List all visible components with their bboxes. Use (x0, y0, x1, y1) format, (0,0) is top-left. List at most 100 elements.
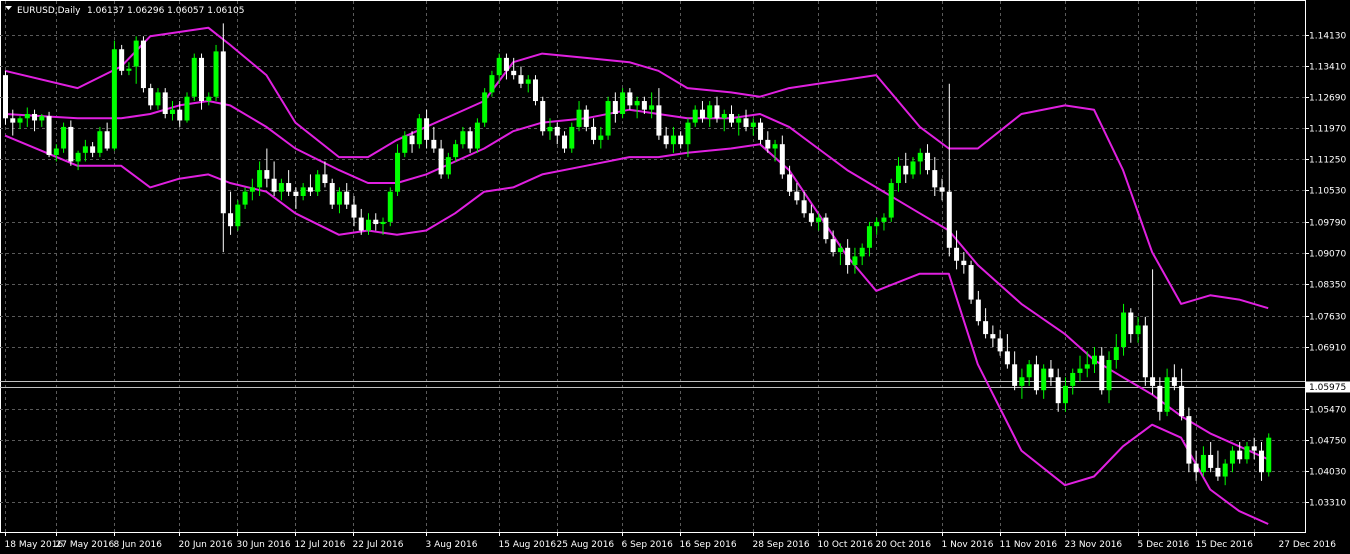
candle-body (511, 70, 517, 76)
time-axis[interactable]: 18 May 201627 May 2016 8 Jun 2016 20 Jun 2… (5, 532, 1337, 550)
candle (1099, 347, 1105, 395)
candle-body (845, 247, 851, 266)
candle (155, 88, 161, 110)
candle-body (61, 126, 67, 149)
candle-body (286, 183, 292, 192)
candle-body (177, 109, 183, 121)
chart-window: 1.14130 1.13410 1.12690 1.11970 1.11250 1.105… (0, 0, 1350, 554)
candle-body (547, 126, 553, 132)
candle-body (482, 92, 488, 123)
triangle-down-icon[interactable] (5, 6, 12, 10)
candle-body (1222, 463, 1228, 477)
candle (859, 243, 865, 266)
y-tick-label: 1.03310 (1309, 499, 1346, 509)
candle (975, 290, 981, 326)
candle (271, 161, 277, 196)
candle-body (1157, 385, 1163, 412)
candle (620, 88, 626, 119)
y-tick-label: 1.13410 (1309, 63, 1346, 73)
candle-body (220, 51, 226, 214)
candle-body (445, 157, 451, 175)
candle (946, 83, 952, 257)
candle-body (634, 101, 640, 106)
candle-body (191, 57, 197, 97)
candle (467, 126, 473, 153)
candle-body (699, 109, 705, 119)
candle (395, 144, 401, 196)
candle-body (1070, 372, 1076, 386)
candle (961, 252, 967, 274)
y-tick-label: 1.10530 (1309, 187, 1346, 197)
candle (126, 62, 132, 76)
candle-body (111, 49, 117, 149)
candle-body (620, 92, 626, 114)
candle-body (525, 79, 531, 84)
candle-body (736, 118, 742, 123)
candle (925, 144, 931, 175)
candle (569, 122, 575, 153)
x-tick-label: 15 Dec 2016 (1196, 540, 1254, 550)
candle (787, 165, 793, 196)
candle-body (801, 200, 807, 214)
candle (823, 213, 829, 244)
candle (1004, 334, 1010, 369)
candle (249, 178, 255, 201)
y-tick-label: 1.05470 (1309, 406, 1346, 416)
candle-body (1208, 454, 1214, 468)
candle (699, 101, 705, 123)
candle (373, 213, 379, 231)
candle-body (532, 79, 538, 102)
price-axis[interactable]: 1.14130 1.13410 1.12690 1.11970 1.11250 1.105… (1305, 32, 1346, 509)
candle (264, 148, 270, 188)
candle (663, 126, 669, 149)
candle-body (351, 204, 357, 218)
x-tick-label: 3 Aug 2016 (426, 540, 478, 550)
candle-body (1142, 325, 1148, 378)
candle (1113, 334, 1119, 369)
candle-body (939, 187, 945, 192)
candle-body (1193, 463, 1199, 473)
candle (1171, 364, 1177, 391)
x-tick-label: 23 Nov 2016 (1065, 540, 1123, 550)
x-tick-label: 6 Sep 2016 (622, 540, 674, 550)
candle (474, 118, 480, 153)
candle-body (264, 170, 270, 179)
candle (1200, 446, 1206, 477)
candle-body (1077, 368, 1083, 373)
candle-body (859, 247, 865, 257)
candle-body (1106, 360, 1112, 391)
candle-body (10, 118, 16, 123)
candle-body (199, 57, 205, 102)
candle (482, 88, 488, 127)
candle (1157, 377, 1163, 421)
candle (1179, 368, 1185, 421)
candle (460, 126, 466, 149)
candlestick-chart[interactable]: 1.14130 1.13410 1.12690 1.11970 1.11250 1.105… (0, 0, 1350, 554)
y-tick-label: 1.11970 (1309, 125, 1346, 135)
candle-body (1128, 312, 1134, 335)
candle (438, 139, 444, 179)
candle-body (315, 174, 321, 192)
candle-body (990, 334, 996, 339)
candle-body (460, 131, 466, 145)
candle (329, 178, 335, 209)
candle (191, 53, 197, 102)
candle-body (1186, 416, 1192, 464)
candle (837, 243, 843, 266)
candle (424, 109, 430, 149)
candle-body (1041, 368, 1047, 391)
candle (627, 88, 633, 110)
candle-body (598, 135, 604, 140)
candle-body (300, 187, 306, 196)
candle (1055, 368, 1061, 412)
candle-body (888, 183, 894, 218)
candle (881, 213, 887, 231)
candle (1092, 347, 1097, 373)
y-tick-label: 1.04030 (1309, 468, 1346, 478)
x-tick-label: 11 Nov 2016 (1000, 540, 1058, 550)
candle (307, 174, 313, 196)
candle (286, 170, 292, 196)
candle-body (46, 116, 52, 155)
candle (235, 200, 241, 231)
candle-body (1055, 377, 1061, 404)
